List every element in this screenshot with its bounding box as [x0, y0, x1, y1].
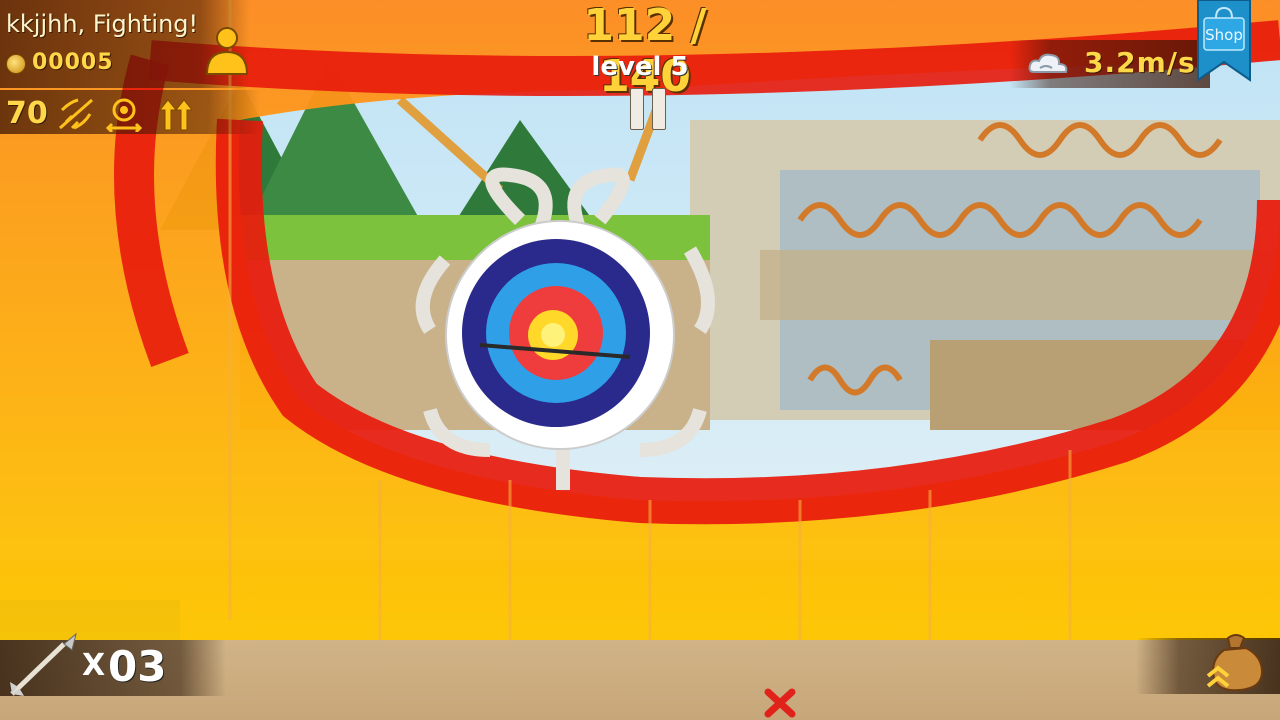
- pause-button[interactable]: [626, 86, 670, 130]
- double-arrow-up-icon: [158, 99, 194, 131]
- coin-icon: [6, 54, 26, 74]
- bow-power-icon: [59, 98, 93, 130]
- cloud-wind-icon: [1028, 53, 1068, 73]
- arrow-icon: [10, 632, 77, 696]
- player-name: kkjjhh, Fighting!: [6, 10, 199, 38]
- shop-button[interactable]: [1196, 0, 1252, 84]
- stat-value: 70: [6, 96, 48, 131]
- coin-count: 00005: [32, 50, 114, 75]
- level-label: level 5: [591, 52, 689, 82]
- profile-button[interactable]: [204, 24, 250, 76]
- arrow-multiplier: X: [82, 648, 106, 683]
- arrow-count: 03: [108, 642, 167, 691]
- aim-button[interactable]: [104, 96, 144, 134]
- target-aim-icon: [105, 98, 143, 134]
- money-bag-icon: [1206, 634, 1264, 692]
- red-x-icon: [764, 688, 796, 718]
- upgrade-button[interactable]: [156, 96, 196, 132]
- shop-bag-icon: [1197, 0, 1251, 82]
- money-bag-button[interactable]: [1200, 630, 1272, 694]
- bow-power-button[interactable]: [56, 96, 96, 132]
- wind-speed: 3.2m/s: [1084, 46, 1196, 79]
- person-icon: [205, 27, 249, 75]
